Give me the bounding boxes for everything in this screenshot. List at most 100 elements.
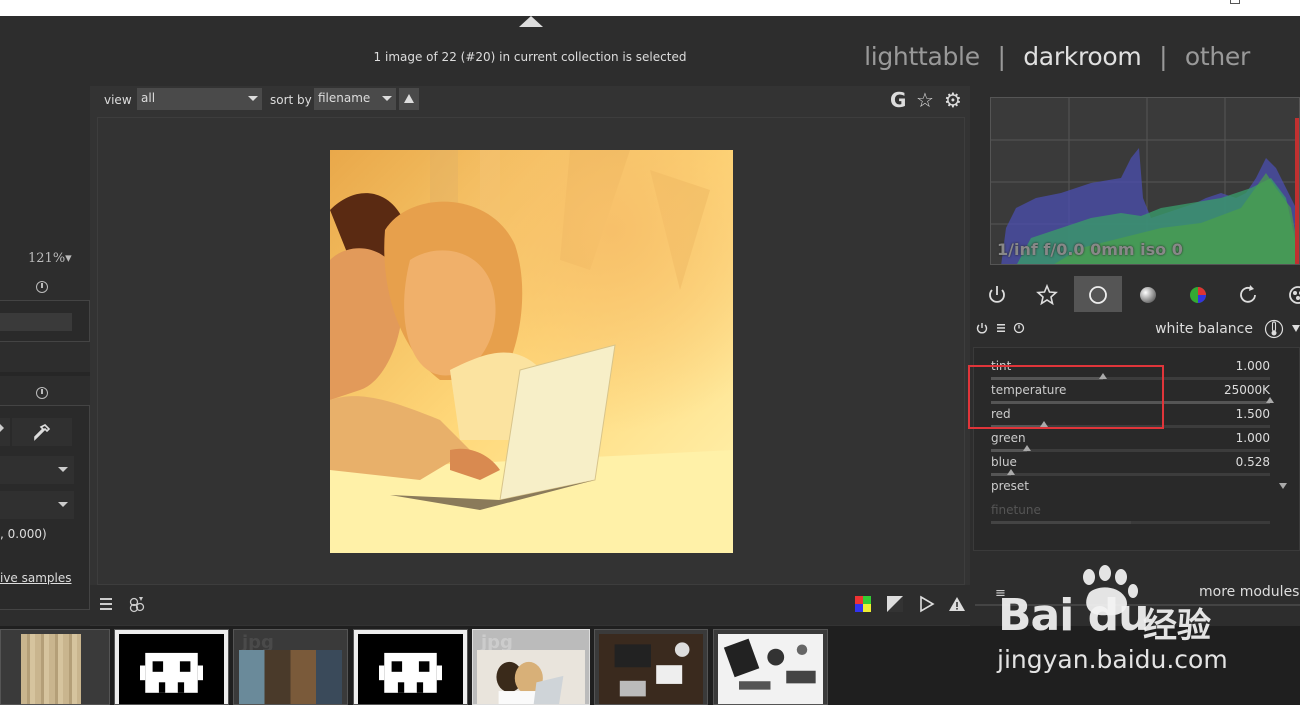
correct-icon: [1240, 285, 1256, 303]
zoom-level[interactable]: 121%▾: [28, 251, 72, 266]
base-tab[interactable]: [1074, 276, 1122, 312]
watermark-url: jingyan.baidu.com: [997, 645, 1228, 674]
slider-blue[interactable]: blue 0.528: [991, 454, 1270, 478]
window-restore-icon[interactable]: [1230, 0, 1240, 4]
grouping-icon[interactable]: G: [890, 88, 906, 112]
histogram-exif-info: 1/inf f/0.0 0mm iso 0: [997, 240, 1183, 259]
slider-track[interactable]: [991, 445, 1270, 452]
module-title[interactable]: white balance: [1155, 321, 1253, 337]
thumb-image-pixel-skull: [119, 634, 224, 704]
selection-info: 1 image of 22 (#20) in current collectio…: [373, 50, 687, 64]
preset-label: preset: [991, 479, 1030, 493]
sort-direction-button[interactable]: [399, 88, 419, 110]
filmstrip-thumb[interactable]: [713, 629, 828, 705]
filmstrip-thumb[interactable]: [0, 629, 110, 705]
center-bottom-bar: [90, 585, 970, 625]
chevron-down-icon: [58, 502, 68, 507]
module-reset-icon[interactable]: [1013, 322, 1025, 334]
thumb-image-couple-laptop: [477, 650, 585, 704]
picker-type-dropdown[interactable]: [0, 456, 74, 484]
gamut-check-icon[interactable]: [918, 595, 936, 613]
watermark-brand: Bai du: [998, 590, 1149, 641]
presets-icon[interactable]: [128, 595, 146, 613]
view-lighttable[interactable]: lighttable: [864, 42, 980, 71]
favorites-tab[interactable]: [1023, 276, 1071, 312]
live-samples-link[interactable]: ive samples: [0, 571, 72, 585]
panel-divider: [0, 372, 90, 376]
chevron-down-icon[interactable]: [1292, 325, 1300, 332]
view-separator: |: [1159, 42, 1168, 71]
tone-icon: [1140, 287, 1156, 303]
active-modules-tab[interactable]: [973, 276, 1021, 312]
picker-mode-dropdown[interactable]: [0, 418, 10, 446]
slider-value: 25000K: [1223, 383, 1270, 397]
view-switcher: lighttable | darkroom | other: [864, 42, 1250, 71]
view-darkroom[interactable]: darkroom: [1023, 42, 1142, 71]
slider-value: 0.528: [1235, 455, 1270, 469]
sort-by-value: filename: [318, 91, 371, 105]
power-icon: [989, 286, 1005, 303]
slider-fill: [991, 449, 1028, 452]
module-group-tabs: [970, 276, 1300, 312]
color-picker-button[interactable]: [12, 418, 72, 446]
thermometer-icon: [1264, 319, 1284, 339]
gear-icon[interactable]: ⚙: [944, 88, 962, 112]
slider-value: 1.500: [1235, 407, 1270, 421]
finetune-label: finetune: [991, 503, 1041, 517]
slider-value: 1.000: [1235, 359, 1270, 373]
star-icon[interactable]: ☆: [916, 88, 934, 112]
slider-marker[interactable]: [1006, 469, 1015, 475]
thumb-image-desk-top: [599, 634, 703, 704]
effects-tab[interactable]: [1274, 276, 1300, 312]
color-assessment-icon[interactable]: [854, 595, 872, 613]
chevron-down-icon: [382, 96, 392, 101]
picker-coords: , 0.000): [0, 527, 47, 541]
tone-tab[interactable]: [1124, 276, 1172, 312]
sort-by-select[interactable]: filename: [314, 88, 396, 110]
slider-track[interactable]: [991, 469, 1270, 476]
filmstrip-thumb-selected[interactable]: jpg: [472, 629, 590, 705]
thumb-image-bookshelf: [239, 650, 342, 704]
navigation-bar[interactable]: [0, 313, 72, 331]
view-filter-label: view: [104, 93, 132, 107]
filmstrip-thumb[interactable]: jpg: [233, 629, 348, 705]
sort-by-label: sort by: [270, 93, 312, 107]
menu-icon[interactable]: [98, 595, 116, 613]
chevron-down-icon: [58, 467, 68, 472]
preset-dropdown[interactable]: preset: [991, 479, 1287, 499]
collapse-top-panel-icon[interactable]: [519, 16, 543, 27]
slider-value: 1.000: [1235, 431, 1270, 445]
thumb-image-pixel-skull: [358, 634, 463, 704]
slider-label: blue: [991, 455, 1017, 469]
watermark-cn: 经验: [1143, 606, 1211, 646]
filmstrip-thumb[interactable]: [114, 629, 229, 705]
softproof-icon[interactable]: [886, 595, 904, 613]
filmstrip-thumb[interactable]: [594, 629, 708, 705]
view-other[interactable]: other: [1185, 42, 1250, 71]
window-titlebar: [0, 0, 1300, 16]
module-power-icon[interactable]: [976, 322, 988, 334]
color-tab[interactable]: [1174, 276, 1222, 312]
chevron-down-icon: [248, 96, 258, 101]
effects-icon: [1289, 286, 1300, 304]
slider-marker[interactable]: [1266, 397, 1274, 403]
highlight-annotation: [968, 365, 1164, 429]
module-power-icon[interactable]: [36, 387, 48, 399]
correct-tab[interactable]: [1224, 276, 1272, 312]
view-filter-select[interactable]: all: [137, 88, 262, 110]
slider-label: green: [991, 431, 1026, 445]
eyedropper-icon: [34, 424, 51, 441]
color-icon: [1190, 287, 1206, 303]
favorites-icon: [1036, 283, 1058, 306]
module-presets-icon[interactable]: [995, 322, 1007, 334]
white-balance-header: white balance: [970, 316, 1300, 344]
warning-icon[interactable]: [948, 595, 966, 613]
chevron-icon: [0, 424, 4, 432]
thumb-image-wood: [21, 634, 81, 704]
picker-space-dropdown[interactable]: [0, 491, 74, 519]
slider-green[interactable]: green 1.000: [991, 430, 1270, 454]
module-power-icon[interactable]: [36, 281, 48, 293]
filter-toolbar: view all sort by filename G ☆ ⚙: [90, 86, 970, 116]
filmstrip-thumb[interactable]: [353, 629, 468, 705]
slider-marker[interactable]: [1023, 445, 1032, 451]
